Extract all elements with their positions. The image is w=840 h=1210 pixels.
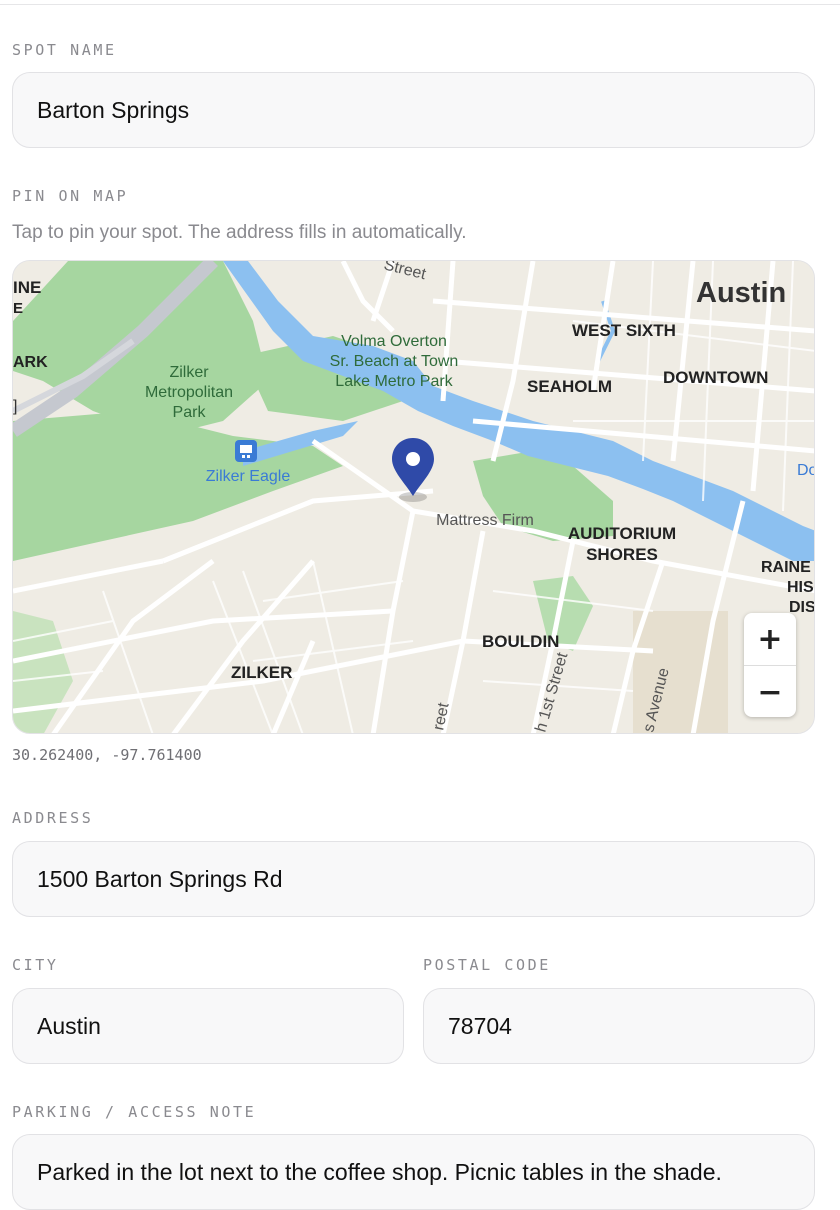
map-label-edge-ark: ARK — [13, 354, 48, 371]
map-label-edge-ine: INE — [13, 278, 41, 297]
map-zoom-control: + − — [744, 613, 796, 717]
city-label: CITY — [12, 956, 59, 974]
map-label-zilker-park-1: Zilker — [169, 364, 209, 381]
map-label-edge-do: Do — [797, 462, 815, 479]
map-label-rainey-2: HIS — [787, 579, 814, 596]
parking-note-input[interactable] — [12, 1134, 815, 1210]
map-label-edge-e: E — [13, 300, 23, 317]
map-label-west-sixth: WEST SIXTH — [572, 321, 676, 340]
map-label-auditorium-1: AUDITORIUM — [568, 524, 676, 543]
map-label-zilker-eagle: Zilker Eagle — [206, 468, 291, 485]
map-canvas[interactable]: Austin WEST SIXTH DOWNTOWN SEAHOLM Volma… — [13, 261, 815, 734]
zoom-in-button[interactable]: + — [744, 613, 796, 665]
map-label-downtown: DOWNTOWN — [663, 368, 768, 387]
map-picker[interactable]: Austin WEST SIXTH DOWNTOWN SEAHOLM Volma… — [12, 260, 815, 734]
map-label-mattress-firm: Mattress Firm — [436, 512, 534, 529]
map-label-rainey-1: RAINE — [761, 559, 811, 576]
map-label-auditorium-2: SHORES — [586, 545, 658, 564]
postal-code-input[interactable] — [423, 988, 815, 1064]
address-input[interactable] — [12, 841, 815, 917]
map-label-seaholm: SEAHOLM — [527, 377, 612, 396]
spot-name-label: SPOT NAME — [12, 41, 117, 59]
map-label-zilker: ZILKER — [231, 663, 292, 682]
map-label-volma-1: Volma Overton — [341, 333, 447, 350]
map-label-austin: Austin — [696, 277, 786, 309]
map-label-zilker-park-2: Metropolitan — [145, 384, 233, 401]
zoom-out-button[interactable]: − — [744, 666, 796, 718]
transit-icon — [235, 440, 257, 462]
spot-name-input[interactable] — [12, 72, 815, 148]
postal-code-label: POSTAL CODE — [423, 956, 551, 974]
map-label-bouldin: BOULDIN — [482, 632, 559, 651]
map-label-volma-3: Lake Metro Park — [335, 373, 453, 390]
map-label-edge-bracket: ] — [13, 398, 17, 415]
pin-on-map-label: PIN ON MAP — [12, 187, 129, 205]
pin-help-text: Tap to pin your spot. The address fills … — [12, 222, 467, 243]
pin-coordinates: 30.262400, -97.761400 — [12, 746, 202, 764]
map-label-volma-2: Sr. Beach at Town — [330, 353, 459, 370]
map-label-zilker-park-3: Park — [173, 404, 207, 421]
city-input[interactable] — [12, 988, 404, 1064]
top-divider — [0, 0, 840, 5]
parking-note-label: PARKING / ACCESS NOTE — [12, 1103, 257, 1121]
address-label: ADDRESS — [12, 809, 94, 827]
